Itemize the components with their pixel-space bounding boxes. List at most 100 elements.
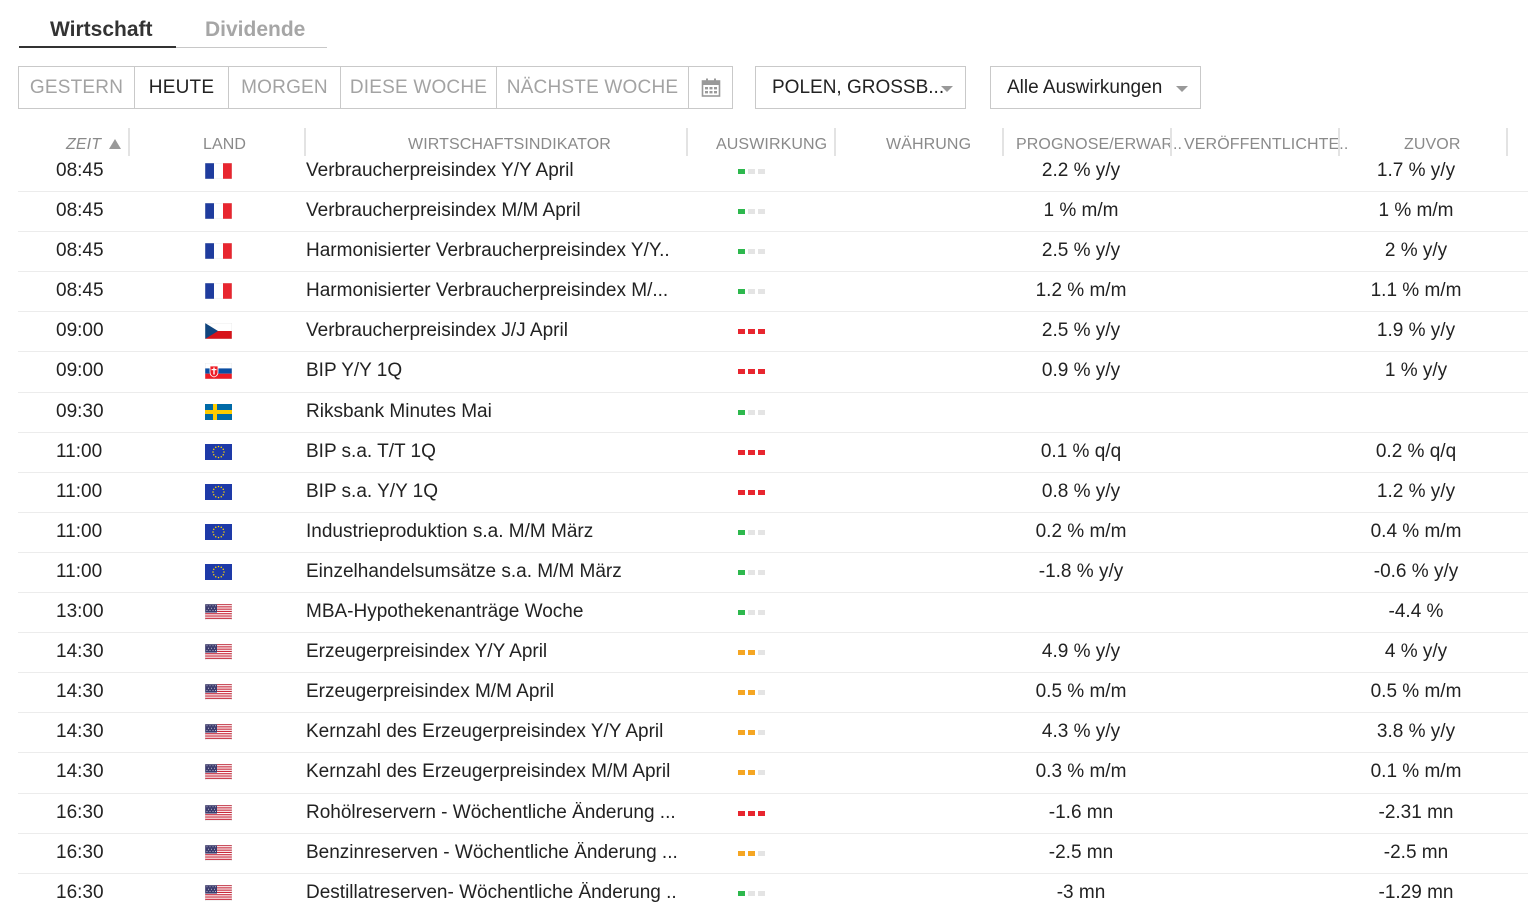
event-forecast: 0.9 % y/y	[1041, 360, 1121, 382]
event-time: 08:45	[56, 200, 104, 222]
impact-indicator	[738, 449, 765, 455]
event-indicator[interactable]: Industrieproduktion s.a. M/M März	[306, 521, 593, 543]
table-row[interactable]: 13:00 MBA-Hypothekenanträge Woche -4.4 %	[18, 593, 1528, 634]
impact-dot	[748, 730, 755, 736]
event-forecast: -3 mn	[1056, 881, 1106, 903]
tab-bar: Wirtschaft Dividende	[19, 14, 327, 48]
event-indicator[interactable]: Kernzahl des Erzeugerpreisindex M/M Apri…	[306, 761, 670, 783]
impact-dot	[758, 690, 765, 696]
day-button-diese-woche[interactable]: DIESE WOCHE	[341, 67, 497, 108]
impact-dot	[738, 610, 745, 616]
sort-ascending-icon	[108, 139, 121, 149]
table-row[interactable]: 08:45 Harmonisierter Verbraucherpreisinde…	[18, 232, 1528, 273]
day-button-gestern[interactable]: GESTERN	[19, 67, 135, 108]
impact-dot	[748, 329, 755, 335]
event-indicator[interactable]: BIP Y/Y 1Q	[306, 360, 402, 382]
event-time: 16:30	[56, 801, 104, 823]
impact-indicator	[738, 369, 765, 375]
impact-dot	[748, 770, 755, 776]
table-row[interactable]: 16:30 Benzinreserven - Wöchentliche Änder…	[18, 834, 1528, 874]
event-forecast: 4.3 % y/y	[1041, 721, 1121, 743]
event-forecast: 2.5 % y/y	[1041, 320, 1121, 342]
table-row[interactable]: 16:30 Rohölreservern - Wöchentliche Änder…	[18, 794, 1528, 834]
impact-dot	[748, 529, 755, 535]
table-row[interactable]: 11:00 Einzelhandelsumsätze s.a. M/M März -…	[18, 553, 1528, 594]
table-row[interactable]: 08:45 Verbraucherpreisindex M/M April 1 % …	[18, 192, 1528, 233]
tab-dividende[interactable]: Dividende	[205, 18, 305, 42]
event-time: 14:30	[56, 721, 104, 743]
event-indicator[interactable]: Verbraucherpreisindex Y/Y April	[306, 160, 574, 182]
impact-dot	[748, 690, 755, 696]
impact-dot	[758, 369, 765, 375]
event-previous: -2.31 mn	[1378, 801, 1454, 823]
table-row[interactable]: 08:45 Harmonisierter Verbraucherpreisinde…	[18, 272, 1528, 313]
impact-indicator	[738, 890, 765, 896]
impact-dot	[738, 569, 745, 575]
event-indicator[interactable]: Verbraucherpreisindex J/J April	[306, 320, 568, 342]
impact-dot	[758, 209, 765, 215]
calendar-button[interactable]	[689, 67, 732, 108]
event-indicator[interactable]: Riksbank Minutes Mai	[306, 401, 492, 423]
eu-flag-icon	[205, 443, 232, 460]
event-forecast: 0.5 % m/m	[1035, 681, 1127, 703]
country-filter-dropdown[interactable]: POLEN, GROSSB...	[755, 66, 966, 109]
event-previous: 4 % y/y	[1384, 641, 1448, 663]
table-row[interactable]: 14:30 Kernzahl des Erzeugerpreisindex Y/Y…	[18, 713, 1528, 754]
table-row[interactable]: 11:00 Industrieproduktion s.a. M/M März 0.…	[18, 513, 1528, 553]
table-row[interactable]: 11:00 BIP s.a. Y/Y 1Q 0.8 % y/y 1.2 % y/y	[18, 473, 1528, 513]
event-previous: -4.4 %	[1388, 601, 1444, 623]
impact-dot	[738, 489, 745, 495]
impact-dot	[758, 770, 765, 776]
day-button-naechste-woche[interactable]: NÄCHSTE WOCHE	[497, 67, 689, 108]
table-row[interactable]: 11:00 BIP s.a. T/T 1Q 0.1 % q/q 0.2 % q/q	[18, 433, 1528, 473]
event-previous: 0.2 % q/q	[1375, 440, 1457, 462]
table-row[interactable]: 09:00 BIP Y/Y 1Q 0.9 % y/y 1 % y/y	[18, 352, 1528, 393]
event-forecast: 0.1 % q/q	[1040, 440, 1122, 462]
impact-dot	[738, 810, 745, 816]
impact-dot	[758, 610, 765, 616]
impact-dot	[758, 489, 765, 495]
event-indicator[interactable]: Benzinreserven - Wöchentliche Änderung .…	[306, 842, 678, 864]
event-time: 14:30	[56, 641, 104, 663]
event-indicator[interactable]: Harmonisierter Verbraucherpreisindex Y/Y…	[306, 240, 670, 262]
event-time: 11:00	[56, 520, 103, 542]
day-button-heute[interactable]: HEUTE	[135, 67, 229, 108]
event-indicator[interactable]: Harmonisierter Verbraucherpreisindex M/.…	[306, 280, 668, 302]
event-indicator[interactable]: Verbraucherpreisindex M/M April	[306, 200, 581, 222]
event-indicator[interactable]: Destillatreserven- Wöchentliche Änderung…	[306, 882, 677, 904]
impact-dot	[738, 289, 745, 295]
impact-dot	[758, 169, 765, 174]
impact-dot	[738, 850, 745, 856]
table-row[interactable]: 09:30 Riksbank Minutes Mai	[18, 393, 1528, 433]
event-indicator[interactable]: Erzeugerpreisindex M/M April	[306, 681, 554, 703]
usa-flag-icon	[204, 844, 233, 861]
event-indicator[interactable]: BIP s.a. Y/Y 1Q	[306, 481, 438, 503]
day-button-morgen[interactable]: MORGEN	[229, 67, 341, 108]
impact-dot	[738, 690, 745, 696]
event-time: 11:00	[56, 480, 103, 502]
event-indicator[interactable]: Einzelhandelsumsätze s.a. M/M März	[306, 561, 622, 583]
table-row[interactable]: 08:45 Verbraucherpreisindex Y/Y April 2.2 …	[18, 152, 1528, 193]
event-indicator[interactable]: Erzeugerpreisindex Y/Y April	[306, 641, 547, 663]
usa-flag-icon	[204, 764, 233, 781]
event-indicator[interactable]: MBA-Hypothekenanträge Woche	[306, 601, 583, 623]
table-row[interactable]: 16:30 Destillatreserven- Wöchentliche Änd…	[18, 874, 1528, 904]
impact-dot	[748, 489, 755, 495]
impact-filter-dropdown[interactable]: Alle Auswirkungen	[990, 66, 1201, 109]
impact-indicator	[738, 810, 765, 816]
event-indicator[interactable]: Rohölreservern - Wöchentliche Änderung .…	[306, 802, 676, 824]
impact-dot	[738, 770, 745, 776]
impact-dot	[738, 890, 745, 896]
tab-wirtschaft[interactable]: Wirtschaft	[50, 18, 153, 42]
impact-dot	[758, 730, 765, 736]
event-previous: -2.5 mn	[1383, 841, 1449, 863]
table-row[interactable]: 14:30 Kernzahl des Erzeugerpreisindex M/M…	[18, 753, 1528, 794]
table-row[interactable]: 09:00 Verbraucherpreisindex J/J April 2.5 …	[18, 312, 1528, 353]
event-indicator[interactable]: BIP s.a. T/T 1Q	[306, 441, 436, 463]
table-row[interactable]: 14:30 Erzeugerpreisindex Y/Y April 4.9 % y…	[18, 633, 1528, 674]
event-indicator[interactable]: Kernzahl des Erzeugerpreisindex Y/Y Apri…	[306, 721, 663, 743]
table-row[interactable]: 14:30 Erzeugerpreisindex M/M April 0.5 % m…	[18, 673, 1528, 714]
impact-indicator	[738, 610, 765, 616]
czech-flag-icon	[204, 323, 233, 340]
event-previous: 0.5 % m/m	[1370, 681, 1462, 703]
